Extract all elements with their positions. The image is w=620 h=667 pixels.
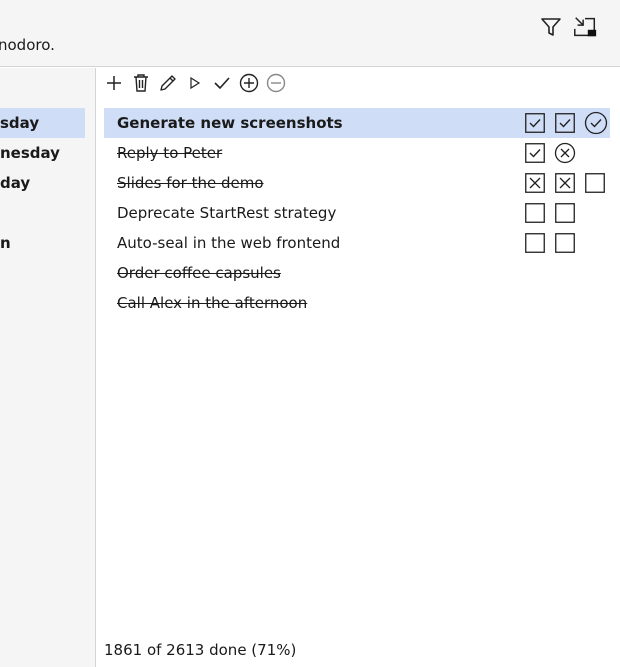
complete-icon[interactable] [208, 71, 235, 95]
sidebar-item-tomorrow[interactable]: nesday [0, 138, 85, 168]
toolbar [100, 70, 289, 96]
task-title: Slides for the demo [117, 174, 264, 192]
pomodoro-done-icon [525, 113, 545, 133]
delete-icon[interactable] [127, 71, 154, 95]
status-bar-text: 1861 of 2613 done (71%) [104, 641, 297, 659]
task-title: Call Alex in the afternoon [117, 294, 308, 312]
sidebar-item-next-day[interactable]: day [0, 168, 85, 198]
task-title: Reply to Peter [117, 144, 223, 162]
pomodoro-empty-icon [555, 203, 575, 223]
task-title: Order coffee capsules [117, 264, 281, 282]
start-icon[interactable] [181, 71, 208, 95]
task-title: Auto-seal in the web frontend [117, 234, 341, 252]
remove-icon[interactable] [262, 71, 289, 95]
task-list: Generate new screenshots Reply to Peter … [104, 108, 610, 318]
sidebar-item-label: nesday [0, 144, 60, 162]
task-row[interactable]: Deprecate StartRest strategy [104, 198, 610, 228]
task-row[interactable]: Call Alex in the afternoon [104, 288, 610, 318]
add-subtask-icon[interactable] [235, 71, 262, 95]
pomodoro-done-circle-icon [584, 111, 608, 135]
sidebar-item-today[interactable]: sday [0, 108, 85, 138]
sidebar: sday nesday day n [0, 68, 96, 667]
task-title: Generate new screenshots [117, 114, 343, 132]
pomodoro-done-icon [555, 113, 575, 133]
top-bar: nodoro. [0, 0, 620, 67]
pomodoro-empty-icon [555, 233, 575, 253]
add-icon[interactable] [100, 71, 127, 95]
filter-icon[interactable] [538, 14, 564, 40]
task-row[interactable]: Slides for the demo [104, 168, 610, 198]
task-row[interactable]: Generate new screenshots [104, 108, 610, 138]
edit-icon[interactable] [154, 71, 181, 95]
status-hint: nodoro. [0, 36, 55, 54]
task-row[interactable]: Reply to Peter [104, 138, 610, 168]
pomodoro-empty-icon [585, 173, 605, 193]
pomodoro-empty-icon [525, 203, 545, 223]
pomodoro-done-icon [525, 143, 545, 163]
sidebar-item-another[interactable]: n [0, 228, 85, 258]
pomodoro-void-icon [555, 173, 575, 193]
sidebar-item-label: n [0, 234, 11, 252]
compact-view-icon[interactable] [572, 14, 598, 40]
sidebar-item-label: sday [0, 114, 40, 132]
sidebar-item-label: day [0, 174, 31, 192]
task-title: Deprecate StartRest strategy [117, 204, 337, 222]
pomodoro-void-circle-icon [554, 142, 576, 164]
task-row[interactable]: Auto-seal in the web frontend [104, 228, 610, 258]
task-row[interactable]: Order coffee capsules [104, 258, 610, 288]
pomodoro-empty-icon [525, 233, 545, 253]
pomodoro-void-icon [525, 173, 545, 193]
